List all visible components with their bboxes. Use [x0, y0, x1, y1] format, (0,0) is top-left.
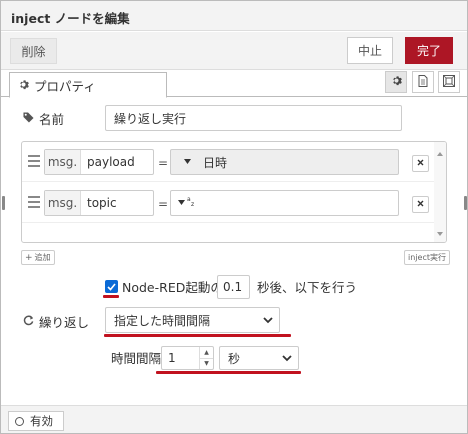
caret-down-icon: [183, 157, 191, 167]
msg-prefix-label: msg.: [45, 150, 81, 174]
drag-handle-icon[interactable]: [28, 155, 40, 167]
check-icon: [107, 280, 116, 294]
remove-item-button[interactable]: [412, 196, 429, 213]
repeat-label-row: 繰り返し: [23, 313, 89, 330]
property-key-input[interactable]: msg. topic: [44, 190, 154, 216]
edit-tray: inject ノードを編集 削除 中止 完了 プロパティ 名前 繰り返し実行 m…: [0, 0, 468, 434]
name-label: 名前: [39, 111, 65, 127]
tag-icon: [23, 111, 34, 126]
repeat-label: 繰り返し: [39, 315, 90, 330]
add-property-button[interactable]: + 追加: [21, 250, 55, 265]
msg-prefix-label: msg.: [45, 191, 81, 215]
equals-sign: =: [158, 197, 169, 211]
done-button[interactable]: 完了: [405, 37, 453, 64]
property-value-input[interactable]: az: [170, 190, 399, 216]
interval-label: 時間間隔: [111, 351, 162, 366]
inject-once-label: Node-RED起動の: [122, 280, 223, 295]
spinner-arrows: ▲ ▼: [199, 347, 213, 369]
add-property-label: 追加: [34, 253, 51, 262]
svg-text:z: z: [191, 201, 194, 207]
tab-properties[interactable]: プロパティ: [9, 72, 167, 98]
value-type-button[interactable]: az: [171, 191, 203, 215]
inject-once-suffix: 秒後、以下を行う: [257, 280, 358, 295]
repeat-select[interactable]: 指定した時間間隔: [105, 307, 280, 333]
enable-toggle-button[interactable]: 有効: [8, 411, 64, 431]
cancel-button[interactable]: 中止: [347, 37, 393, 64]
close-icon: [417, 200, 424, 210]
inject-now-button[interactable]: inject実行: [404, 250, 450, 265]
property-key-text: payload: [87, 155, 135, 169]
inject-once-checkbox[interactable]: [105, 280, 118, 293]
string-type-icon: az: [187, 196, 196, 210]
spinner-down-icon[interactable]: ▼: [200, 359, 213, 370]
circle-icon: [15, 416, 24, 426]
appearance-tab-button[interactable]: [438, 71, 460, 93]
settings-tab-button[interactable]: [385, 71, 407, 93]
chevron-down-icon: [263, 313, 273, 327]
file-text-icon: [418, 74, 428, 90]
interval-value: 1: [168, 351, 176, 365]
tab-properties-label: プロパティ: [34, 78, 96, 94]
repeat-icon: [23, 314, 34, 329]
list-item: msg. topic = az: [22, 183, 436, 223]
inject-once-delay-input[interactable]: 0.1: [217, 275, 250, 299]
tab-bar: プロパティ: [1, 70, 467, 98]
list-scrollbar[interactable]: [434, 142, 446, 242]
property-key-input[interactable]: msg. payload: [44, 149, 154, 175]
enable-label: 有効: [30, 414, 53, 428]
name-input[interactable]: 繰り返し実行: [105, 105, 402, 131]
tray-toolbar: 削除 中止 完了: [1, 32, 467, 70]
highlight-underline: [103, 295, 119, 298]
highlight-underline: [104, 334, 291, 337]
property-value-text: 日時: [203, 155, 228, 170]
description-tab-button[interactable]: [412, 71, 434, 93]
list-item: msg. payload = 日時: [22, 142, 436, 182]
remove-item-button[interactable]: [412, 155, 429, 172]
scroll-down-icon: [437, 225, 443, 239]
interval-unit-value: 秒: [228, 351, 241, 366]
delete-button[interactable]: 削除: [10, 38, 57, 64]
image-frame-icon: [443, 74, 455, 90]
interval-unit-select[interactable]: 秒: [219, 346, 299, 370]
caret-down-icon: [178, 198, 185, 208]
left-resize-handle[interactable]: [2, 196, 5, 210]
gear-icon: [18, 78, 29, 93]
value-type-button[interactable]: [171, 150, 203, 174]
chevron-down-icon: [282, 351, 292, 365]
repeat-select-value: 指定した時間間隔: [114, 313, 211, 328]
properties-panel: 名前 繰り返し実行 msg. payload = 日時 msg. topic =…: [1, 98, 467, 404]
right-resize-handle[interactable]: [464, 196, 467, 210]
tray-title: inject ノードを編集: [1, 1, 467, 31]
plus-icon: +: [25, 252, 33, 263]
drag-handle-icon[interactable]: [28, 196, 40, 208]
spinner-up-icon[interactable]: ▲: [200, 347, 213, 359]
interval-spinner[interactable]: 1 ▲ ▼: [161, 346, 214, 370]
property-key-text: topic: [87, 196, 117, 210]
scroll-up-icon: [437, 145, 443, 159]
property-list: msg. payload = 日時 msg. topic = a z: [21, 141, 447, 243]
close-icon: [417, 159, 424, 169]
property-value-input[interactable]: 日時: [170, 149, 399, 175]
highlight-underline: [156, 371, 301, 374]
gear-icon: [391, 75, 402, 89]
tray-footer: 有効: [1, 405, 467, 433]
equals-sign: =: [158, 156, 169, 170]
name-label-row: 名前: [23, 108, 64, 128]
